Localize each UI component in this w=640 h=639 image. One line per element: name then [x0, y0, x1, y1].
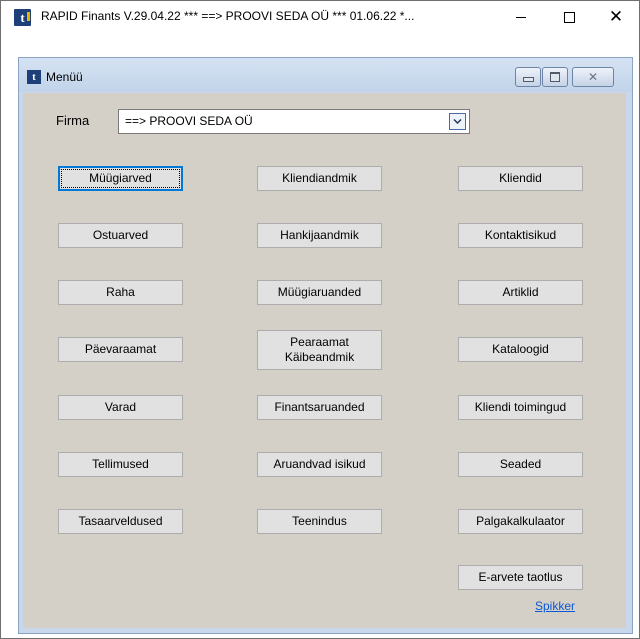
- kliendiandmik-button[interactable]: Kliendiandmik: [257, 166, 382, 191]
- kataloogid-button[interactable]: Kataloogid: [458, 337, 583, 362]
- firma-select-value: ==> PROOVI SEDA OÜ: [125, 114, 253, 128]
- menu-window-logo-icon[interactable]: t: [27, 70, 41, 84]
- muugiarved-button[interactable]: Müügiarved: [58, 166, 183, 191]
- artiklid-button[interactable]: Artiklid: [458, 280, 583, 305]
- tasaarveldused-button[interactable]: Tasaarveldused: [58, 509, 183, 534]
- menu-minimize-button[interactable]: [515, 67, 541, 87]
- paevaraamat-button[interactable]: Päevaraamat: [58, 337, 183, 362]
- minimize-icon: [516, 17, 526, 18]
- kaibeandmik-label: Käibeandmik: [284, 350, 355, 364]
- pearaamat-label: Pearaamat: [290, 335, 349, 349]
- tellimused-button[interactable]: Tellimused: [58, 452, 183, 477]
- minimize-button[interactable]: [498, 1, 544, 33]
- muugiaruanded-button[interactable]: Müügiaruanded: [257, 280, 382, 305]
- app-logo-icon[interactable]: t: [14, 9, 31, 26]
- pearaamat-kaibeandmik-button[interactable]: Pearaamat Käibeandmik: [257, 330, 382, 370]
- window-titlebar[interactable]: t RAPID Finants V.29.04.22 *** ==> PROOV…: [1, 1, 639, 33]
- kliendid-button[interactable]: Kliendid: [458, 166, 583, 191]
- varad-button[interactable]: Varad: [58, 395, 183, 420]
- close-icon: ✕: [587, 70, 599, 84]
- maximize-button[interactable]: [546, 1, 592, 33]
- kliendi-toimingud-button[interactable]: Kliendi toimingud: [458, 395, 583, 420]
- chevron-down-icon: [453, 119, 462, 124]
- menu-window: t Menüü ✕ Firma ==> PROOVI SEDA OÜ Müügi…: [18, 57, 633, 634]
- firma-dropdown-button[interactable]: [449, 113, 466, 130]
- menu-window-titlebar[interactable]: t Menüü ✕: [19, 58, 632, 92]
- aruandvad-isikud-button[interactable]: Aruandvad isikud: [257, 452, 382, 477]
- menu-close-button[interactable]: ✕: [572, 67, 614, 87]
- spikker-help-link[interactable]: Spikker: [535, 599, 575, 613]
- app-window: t RAPID Finants V.29.04.22 *** ==> PROOV…: [0, 0, 640, 639]
- e-arvete-taotlus-button[interactable]: E-arvete taotlus: [458, 565, 583, 590]
- minimize-icon: [523, 77, 534, 82]
- firma-label: Firma: [56, 113, 90, 128]
- palgakalkulaator-button[interactable]: Palgakalkulaator: [458, 509, 583, 534]
- menu-window-title: Menüü: [46, 70, 83, 84]
- maximize-icon: [564, 12, 575, 23]
- maximize-icon: [550, 72, 560, 82]
- finantsaruanded-button[interactable]: Finantsaruanded: [257, 395, 382, 420]
- hankijaandmik-button[interactable]: Hankijaandmik: [257, 223, 382, 248]
- kontaktisikud-button[interactable]: Kontaktisikud: [458, 223, 583, 248]
- window-title: RAPID Finants V.29.04.22 *** ==> PROOVI …: [41, 9, 415, 23]
- firma-select[interactable]: ==> PROOVI SEDA OÜ: [118, 109, 470, 134]
- close-button[interactable]: ✕: [593, 1, 639, 33]
- close-icon: ✕: [608, 7, 624, 26]
- menu-panel: Firma ==> PROOVI SEDA OÜ Müügiarved Ostu…: [23, 93, 626, 628]
- menu-maximize-button[interactable]: [542, 67, 568, 87]
- teenindus-button[interactable]: Teenindus: [257, 509, 382, 534]
- seaded-button[interactable]: Seaded: [458, 452, 583, 477]
- ostuarved-button[interactable]: Ostuarved: [58, 223, 183, 248]
- raha-button[interactable]: Raha: [58, 280, 183, 305]
